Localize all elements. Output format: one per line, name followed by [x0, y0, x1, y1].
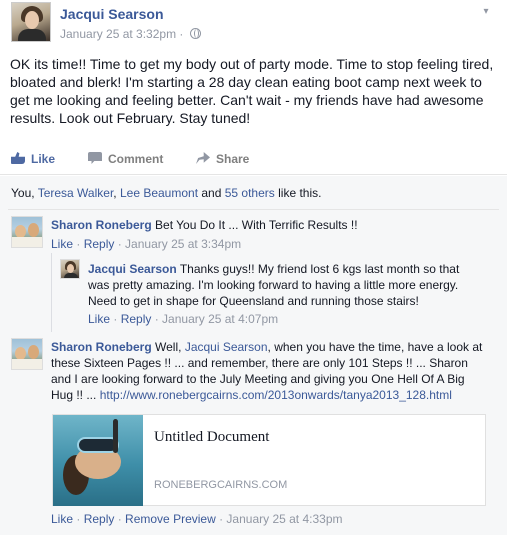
avatar-shirt [12, 359, 42, 369]
comment-time[interactable]: January 25 at 3:34pm [125, 237, 241, 251]
link-preview-card[interactable]: Untitled Document RONEBERGCAIRNS.COM [52, 414, 486, 506]
liker-link-2[interactable]: Lee Beaumont [120, 186, 198, 200]
comment-button[interactable]: Comment [88, 152, 163, 166]
comment-author[interactable]: Sharon Roneberg [51, 340, 152, 354]
comment-author[interactable]: Jacqui Searson [88, 262, 177, 276]
comment-body-a: Well, [151, 340, 185, 354]
likes-and: and [198, 186, 225, 200]
avatar-body [18, 29, 46, 41]
post-timestamp[interactable]: January 25 at 3:32pm [60, 27, 176, 41]
post-meta: January 25 at 3:32pm · [60, 27, 201, 41]
likes-prefix: You, [11, 186, 38, 200]
meta-separator: · [179, 27, 184, 41]
post-body: OK its time!! Time to get my body out of… [10, 56, 494, 126]
comment-actions: Like · Reply · January 25 at 4:07pm [88, 312, 279, 326]
liker-link-1[interactable]: Teresa Walker [38, 186, 114, 200]
comment-text: Sharon Roneberg Well, Jacqui Searson, wh… [51, 339, 489, 403]
post-author-name[interactable]: Jacqui Searson [60, 6, 164, 22]
comment-time[interactable]: January 25 at 4:07pm [162, 312, 278, 326]
avatar-person [28, 223, 39, 237]
comment-time[interactable]: January 25 at 4:33pm [226, 512, 342, 526]
comment-text: Jacqui Searson Thanks guys!! My friend l… [88, 261, 483, 309]
author-avatar[interactable] [11, 2, 51, 42]
reply-thread: Jacqui Searson Thanks guys!! My friend l… [51, 253, 499, 332]
facebook-post: Jacqui Searson January 25 at 3:32pm · ▾ … [0, 0, 507, 535]
likes-others-link[interactable]: 55 others [225, 186, 275, 200]
remove-preview-link[interactable]: Remove Preview [125, 512, 216, 526]
feedback-section: You, Teresa Walker, Lee Beaumont and 55 … [0, 176, 507, 535]
globe-icon[interactable] [189, 28, 201, 39]
comment-like-link[interactable]: Like [88, 312, 110, 326]
reply-item: Jacqui Searson Thanks guys!! My friend l… [60, 259, 495, 329]
comment-actions: Like · Reply · Remove Preview · January … [51, 512, 343, 526]
avatar-body [64, 273, 78, 278]
comment-body: Bet You Do It ... With Terrific Results … [151, 218, 358, 232]
likes-summary: You, Teresa Walker, Lee Beaumont and 55 … [11, 186, 321, 200]
avatar-face [67, 264, 74, 273]
comment-actions: Like · Reply · January 25 at 3:34pm [51, 237, 242, 251]
link-preview-title[interactable]: Untitled Document [154, 429, 269, 446]
share-button[interactable]: Share [196, 152, 249, 166]
commenter-avatar[interactable] [11, 216, 43, 248]
post-action-bar: Like Comment Share [0, 145, 507, 175]
comment-url-link[interactable]: http://www.ronebergcairns.com/2013onward… [100, 388, 452, 402]
comment-bubble-icon [88, 152, 102, 164]
link-preview-image[interactable] [53, 415, 143, 506]
comment-label: Comment [108, 152, 164, 166]
like-button[interactable]: Like [11, 152, 55, 166]
mention-link[interactable]: Jacqui Searson [185, 340, 268, 354]
likes-comma: , [113, 186, 120, 200]
avatar-person [28, 345, 39, 359]
like-label: Like [31, 152, 56, 166]
comment-text: Sharon Roneberg Bet You Do It ... With T… [51, 217, 496, 233]
comment-like-link[interactable]: Like [51, 237, 73, 251]
likes-suffix: like this. [274, 186, 322, 200]
thumbs-up-icon [11, 152, 25, 164]
link-preview-domain: RONEBERGCAIRNS.COM [154, 479, 288, 491]
post-header: Jacqui Searson January 25 at 3:32pm · ▾ [10, 0, 507, 46]
comment-like-link[interactable]: Like [51, 512, 73, 526]
chevron-down-icon[interactable]: ▾ [477, 6, 495, 18]
avatar-shirt [12, 237, 42, 247]
divider [8, 209, 499, 210]
share-label: Share [216, 152, 250, 166]
comment-reply-link[interactable]: Reply [84, 237, 115, 251]
comment-item: Sharon Roneberg Bet You Do It ... With T… [11, 216, 501, 256]
avatar-face [25, 11, 39, 29]
comment-author[interactable]: Sharon Roneberg [51, 218, 152, 232]
comment-reply-link[interactable]: Reply [84, 512, 115, 526]
share-arrow-icon [196, 152, 210, 164]
comment-reply-link[interactable]: Reply [121, 312, 152, 326]
commenter-avatar[interactable] [60, 259, 80, 279]
commenter-avatar[interactable] [11, 338, 43, 370]
image-snorkel [113, 419, 118, 453]
